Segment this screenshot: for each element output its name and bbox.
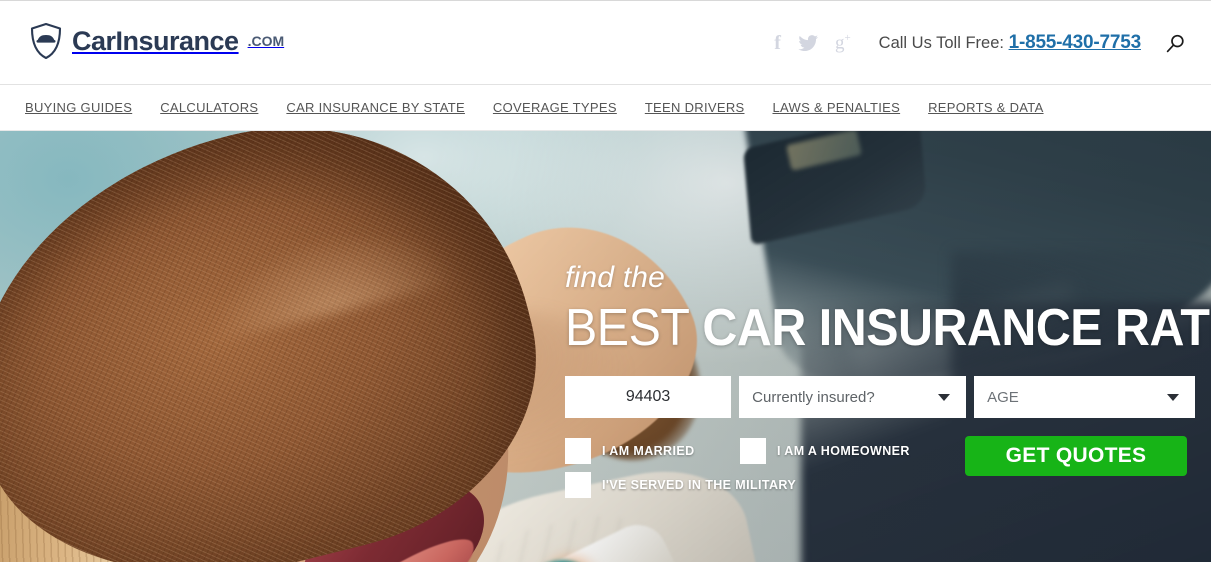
nav-item-coverage-types[interactable]: COVERAGE TYPES: [479, 101, 631, 114]
chevron-down-icon: [1167, 394, 1179, 401]
zip-code-input[interactable]: 94403: [565, 376, 732, 418]
currently-insured-value: Currently insured?: [752, 388, 875, 406]
checkbox-married-label: I AM MARRIED: [602, 444, 695, 458]
phone-number[interactable]: 1-855-430-7753: [1009, 32, 1142, 53]
nav-item-car-insurance-by-state[interactable]: CAR INSURANCE BY STATE: [272, 101, 479, 114]
hero-headline-bold: CAR INSURANCE RATES: [702, 299, 1211, 357]
site-header: CarInsurance .COM f g+ Call Us Toll Free:…: [0, 1, 1211, 85]
checkbox-married-box[interactable]: [565, 438, 591, 464]
hero-headline: BEST CAR INSURANCE RATES: [565, 299, 1211, 357]
nav-item-reports-and-data[interactable]: REPORTS & DATA: [914, 101, 1057, 114]
age-select[interactable]: AGE: [974, 376, 1195, 418]
logo-wordmark: CarInsurance: [72, 25, 239, 56]
nav-item-buying-guides[interactable]: BUYING GUIDES: [25, 101, 146, 114]
nav-item-calculators[interactable]: CALCULATORS: [146, 101, 272, 114]
facebook-icon[interactable]: f: [774, 33, 781, 53]
hero-banner: find the BEST CAR INSURANCE RATES 94403 …: [0, 131, 1211, 562]
page-root: CarInsurance .COM f g+ Call Us Toll Free:…: [0, 0, 1211, 562]
hero-eyebrow: find the: [565, 261, 666, 294]
call-label: Call Us Toll Free:: [878, 34, 1004, 52]
currently-insured-select[interactable]: Currently insured?: [739, 376, 967, 418]
checkbox-married[interactable]: I AM MARRIED: [565, 438, 695, 464]
social-links: f g+: [774, 33, 850, 53]
age-value: AGE: [987, 388, 1019, 406]
checkbox-homeowner-label: I AM A HOMEOWNER: [777, 444, 910, 458]
logo-tld: .COM: [247, 33, 285, 49]
toll-free-block: Call Us Toll Free: 1-855-430-7753: [878, 32, 1142, 54]
search-button[interactable]: [1161, 29, 1189, 57]
nav-item-laws-and-penalties[interactable]: LAWS & PENALTIES: [758, 101, 914, 114]
quote-form-options: I AM MARRIED I AM A HOMEOWNER I'VE SERVE…: [565, 436, 1195, 500]
checkbox-military-label: I'VE SERVED IN THE MILITARY: [602, 478, 797, 492]
checkbox-homeowner-box[interactable]: [740, 438, 766, 464]
checkbox-homeowner[interactable]: I AM A HOMEOWNER: [740, 438, 910, 464]
checkbox-military-box[interactable]: [565, 472, 591, 498]
quote-form-fields: 94403 Currently insured? AGE: [565, 376, 1195, 418]
hero-content: find the BEST CAR INSURANCE RATES 94403 …: [565, 261, 1211, 500]
twitter-icon[interactable]: [798, 35, 818, 51]
chevron-down-icon: [938, 394, 951, 401]
checkbox-military[interactable]: I'VE SERVED IN THE MILITARY: [565, 472, 796, 498]
main-navigation: BUYING GUIDES CALCULATORS CAR INSURANCE …: [0, 85, 1211, 131]
site-logo[interactable]: CarInsurance .COM: [29, 22, 284, 60]
get-quotes-button[interactable]: GET QUOTES: [965, 436, 1187, 476]
zip-code-value: 94403: [625, 388, 671, 405]
header-utility-area: f g+ Call Us Toll Free: 1-855-430-7753: [774, 1, 1189, 85]
google-plus-icon[interactable]: g+: [835, 33, 851, 53]
nav-item-teen-drivers[interactable]: TEEN DRIVERS: [631, 101, 759, 114]
hero-headline-thin: BEST: [565, 299, 690, 357]
search-icon: [1166, 34, 1184, 52]
shield-car-icon: [30, 22, 62, 60]
